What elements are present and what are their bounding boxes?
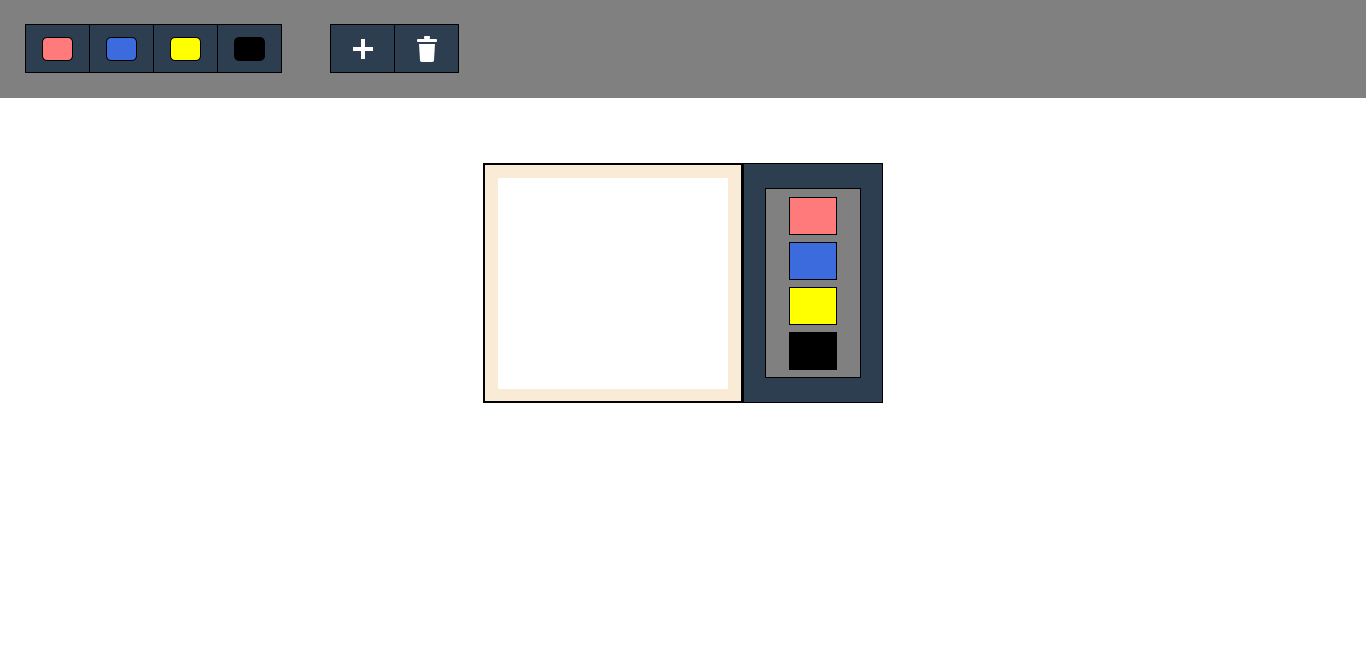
color-swatch-salmon — [42, 36, 73, 61]
sticky-note — [483, 163, 743, 403]
color-button-group — [25, 24, 282, 73]
color-swatch-blue — [106, 36, 137, 61]
color-swatch-black — [234, 36, 265, 61]
color-button-black[interactable] — [217, 24, 282, 73]
add-note-button[interactable] — [330, 24, 395, 73]
delete-note-button[interactable] — [394, 24, 459, 73]
trash-icon — [416, 35, 437, 62]
toolbar — [0, 0, 1366, 98]
note-workspace — [483, 163, 883, 403]
color-button-blue[interactable] — [89, 24, 154, 73]
action-button-group — [330, 24, 459, 73]
note-color-panel — [743, 163, 883, 403]
note-color-blue[interactable] — [789, 242, 837, 280]
note-color-yellow[interactable] — [789, 287, 837, 325]
note-color-salmon[interactable] — [789, 197, 837, 235]
color-button-yellow[interactable] — [153, 24, 218, 73]
note-text-input[interactable] — [498, 178, 728, 389]
plus-icon — [352, 38, 373, 59]
note-color-black[interactable] — [789, 332, 837, 370]
color-button-salmon[interactable] — [25, 24, 90, 73]
color-swatch-yellow — [170, 36, 201, 61]
note-color-palette — [765, 188, 861, 378]
